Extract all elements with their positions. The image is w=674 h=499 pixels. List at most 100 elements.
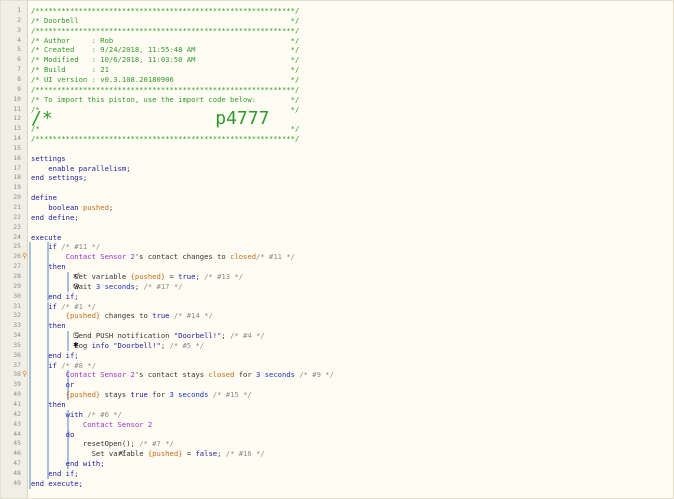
code-line[interactable]: 19 bbox=[1, 183, 673, 193]
code-text: end execute; bbox=[31, 478, 83, 488]
line-number: 46 bbox=[13, 449, 21, 458]
line-number: 49 bbox=[13, 478, 21, 487]
line-number: 5 bbox=[17, 45, 21, 54]
code-line[interactable]: 14 /*************************************… bbox=[1, 134, 673, 144]
line-number: 48 bbox=[13, 468, 21, 477]
code-line[interactable]: 17 enable parallelism; bbox=[1, 164, 673, 174]
line-number: 37 bbox=[13, 360, 21, 369]
line-number: 38 bbox=[13, 370, 21, 379]
line-number: 4 bbox=[17, 35, 21, 44]
code-line[interactable]: 10 /* To import this piston, use the impo… bbox=[1, 95, 673, 105]
code-line[interactable]: 30 end if; bbox=[1, 292, 673, 302]
trigger-lightning-icon: ⚲ bbox=[22, 252, 27, 261]
code-line[interactable]: 15 bbox=[1, 144, 673, 154]
line-number: 3 bbox=[17, 25, 21, 34]
line-number: 14 bbox=[13, 134, 21, 143]
code-line[interactable]: 6 /* Modified : 10/6/2018, 11:03:50 AM */ bbox=[1, 55, 673, 65]
code-line[interactable]: 1 /**************************************… bbox=[1, 6, 673, 16]
code-line[interactable]: 21 boolean pushed; bbox=[1, 203, 673, 213]
code-line[interactable]: 43 Contact Sensor 2 bbox=[1, 420, 673, 430]
line-number: 13 bbox=[13, 124, 21, 133]
code-line[interactable]: 18 end settings; bbox=[1, 173, 673, 183]
code-line[interactable]: 8 /* UI version : v0.3.108.20180906 */ bbox=[1, 75, 673, 85]
code-text: then bbox=[31, 262, 66, 272]
code-line[interactable]: 26 ⚲ Contact Sensor 2's contact changes t… bbox=[1, 252, 673, 262]
line-number: 23 bbox=[13, 222, 21, 231]
code-line[interactable]: 22 end define; bbox=[1, 213, 673, 223]
line-number: 21 bbox=[13, 203, 21, 211]
code-line[interactable]: 25 if /* #11 */ bbox=[1, 242, 673, 252]
statement-icon: x² bbox=[73, 271, 80, 280]
code-text: execute bbox=[31, 232, 62, 242]
line-number: 32 bbox=[13, 311, 21, 320]
code-text: /* To import this piston, use the import… bbox=[31, 94, 300, 104]
code-line[interactable]: 31 if /* #1 */ bbox=[1, 302, 673, 312]
piston-code-editor[interactable]: 1 /**************************************… bbox=[0, 0, 674, 499]
code-line[interactable]: 37 if /* #8 */ bbox=[1, 361, 673, 371]
line-number: 42 bbox=[13, 409, 21, 418]
code-text: Send PUSH notification "Doorbell!"; /* #… bbox=[65, 331, 265, 341]
code-text: end if; bbox=[31, 291, 79, 301]
code-line[interactable]: 38 ⚲ Contact Sensor 2's contact stays clo… bbox=[1, 370, 673, 380]
code-line[interactable]: 28 Set variable {pushed} = true; /* #13 … bbox=[1, 272, 673, 282]
code-line[interactable]: 29 Wait 3 seconds; /* #17 */◷ bbox=[1, 282, 673, 292]
code-line[interactable]: 49 end execute; bbox=[1, 479, 673, 489]
code-text: end if; bbox=[31, 350, 79, 360]
code-line[interactable]: 34 Send PUSH notification "Doorbell!"; /… bbox=[1, 331, 673, 341]
code-text: end if; bbox=[31, 468, 79, 478]
statement-icon: ▢ bbox=[73, 331, 80, 340]
code-text: boolean pushed; bbox=[31, 203, 114, 212]
code-line[interactable]: 7 /* Build : 21 */ bbox=[1, 65, 673, 75]
code-line[interactable]: 3 /**************************************… bbox=[1, 26, 673, 36]
code-line[interactable]: 46 Set variable {pushed} = false; /* #16… bbox=[1, 449, 673, 459]
code-line[interactable]: 23 bbox=[1, 223, 673, 233]
code-line[interactable]: 27 then bbox=[1, 262, 673, 272]
code-line[interactable]: 48 end if; bbox=[1, 469, 673, 479]
code-text: settings bbox=[31, 153, 66, 163]
code-line[interactable]: 4 /* Author : Rob */ bbox=[1, 36, 673, 46]
code-line[interactable]: 36 end if; bbox=[1, 351, 673, 361]
code-line[interactable]: 24 execute bbox=[1, 233, 673, 243]
code-line[interactable]: 45 resetOpen(); /* #7 */ bbox=[1, 439, 673, 449]
code-line[interactable]: 42 with /* #6 */ bbox=[1, 410, 673, 420]
code-text: resetOpen(); /* #7 */ bbox=[31, 439, 174, 449]
line-number: 35 bbox=[13, 340, 21, 349]
line-number: 8 bbox=[17, 74, 21, 83]
code-line[interactable]: 2 /* Doorbell */ bbox=[1, 16, 673, 26]
trigger-lightning-icon: ⚲ bbox=[22, 370, 27, 379]
code-text: if /* #11 */ bbox=[31, 242, 101, 252]
code-text: /* Author : Rob */ bbox=[31, 35, 300, 45]
code-line[interactable]: 32 {pushed} changes to true /* #14 */ bbox=[1, 311, 673, 321]
code-text: Log info "Doorbell!"; /* #5 */ bbox=[65, 340, 205, 350]
line-number: 44 bbox=[13, 429, 21, 438]
code-text: if /* #1 */ bbox=[31, 301, 96, 311]
line-number: 43 bbox=[13, 419, 21, 428]
code-line[interactable]: 33 then bbox=[1, 321, 673, 331]
statement-icon: x² bbox=[119, 449, 126, 458]
code-line[interactable]: 5 /* Created : 9/24/2018, 11:55:48 AM */ bbox=[1, 45, 673, 55]
line-number: 17 bbox=[13, 163, 21, 172]
code-line[interactable]: 40 {pushed} stays true for 3 seconds /* … bbox=[1, 390, 673, 400]
line-number: 31 bbox=[13, 301, 21, 310]
line-number: 11 bbox=[13, 104, 21, 113]
code-text: /* Doorbell */ bbox=[31, 15, 300, 25]
code-text: /***************************************… bbox=[31, 6, 300, 15]
line-number: 41 bbox=[13, 400, 21, 408]
code-line[interactable]: 16 settings bbox=[1, 154, 673, 164]
code-line[interactable]: 20 define bbox=[1, 193, 673, 203]
code-text: Contact Sensor 2 bbox=[31, 419, 153, 429]
line-number: 34 bbox=[13, 331, 21, 340]
line-number: 16 bbox=[13, 153, 21, 162]
code-line[interactable]: 47 end with; bbox=[1, 459, 673, 469]
code-line[interactable]: 39 or bbox=[1, 380, 673, 390]
line-number: 29 bbox=[13, 281, 21, 290]
code-line[interactable]: 13 /* */ bbox=[1, 124, 673, 134]
code-line[interactable]: 44 do bbox=[1, 430, 673, 440]
line-number: 22 bbox=[13, 212, 21, 221]
code-line[interactable]: 9 /**************************************… bbox=[1, 85, 673, 95]
code-line[interactable]: 41 then bbox=[1, 400, 673, 410]
code-line[interactable]: 35 Log info "Doorbell!"; /* #5 */✱ bbox=[1, 341, 673, 351]
code-text: {pushed} stays true for 3 seconds /* #15… bbox=[31, 390, 252, 400]
code-line[interactable]: 12 /* p4777 */ bbox=[1, 110, 673, 128]
code-text: then bbox=[31, 400, 66, 409]
